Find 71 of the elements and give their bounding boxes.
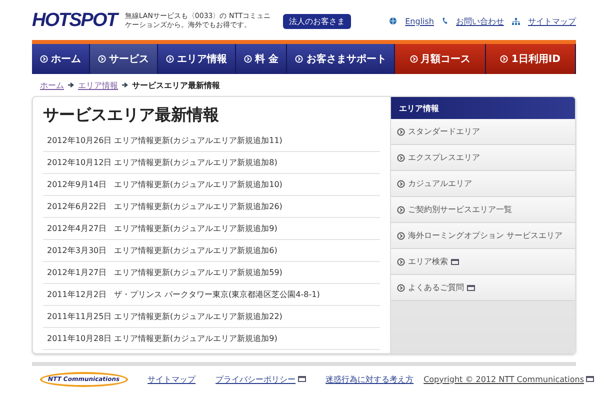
news-text: ザ・プリンス パークタワー東京(東京都港区芝公園4-8-1) [114, 289, 320, 300]
circle-arrow-icon [500, 55, 508, 63]
sidebar-heading: エリア情報 [391, 97, 575, 119]
circle-arrow-icon [166, 55, 174, 63]
copyright-link[interactable]: Copyright © 2012 NTT Communications [424, 374, 594, 384]
page-title: サービスエリア最新情報 [43, 105, 220, 126]
news-text: エリア情報更新(カジュアルエリア新規追加22) [114, 311, 282, 322]
news-date: 2012年10月26日 [47, 135, 113, 146]
news-date: 2012年4月27日 [47, 223, 108, 234]
nav-tab[interactable]: ホーム [32, 44, 90, 74]
footer-link[interactable]: 迷惑行為に対する考え方 [326, 374, 414, 384]
breadcrumb-link[interactable]: ホーム [40, 80, 64, 90]
sidebar-item[interactable]: エクスプレスエリア [391, 145, 575, 171]
news-date: 2012年6月22日 [47, 201, 108, 212]
header-link[interactable]: サイトマップ [528, 16, 576, 26]
header-link[interactable]: お問い合わせ [456, 16, 504, 26]
circle-arrow-icon [397, 206, 405, 214]
nav-tab[interactable]: お客さまサポート [287, 44, 396, 74]
external-window-icon [298, 376, 306, 382]
circle-arrow-icon [397, 232, 405, 240]
footer-link[interactable]: プライバシーポリシー [216, 374, 306, 384]
circle-arrow-icon [40, 55, 48, 63]
circle-arrow-icon [98, 55, 106, 63]
sidebar-item[interactable]: ご契約別サービスエリア一覧 [391, 197, 575, 223]
sidebar-item[interactable]: よくあるご質問 [391, 275, 575, 301]
breadcrumb-link[interactable]: エリア情報 [78, 80, 118, 90]
news-date: 2012年1月27日 [47, 267, 108, 278]
nav-tab[interactable]: エリア情報 [158, 44, 236, 74]
circle-arrow-icon [397, 284, 405, 292]
nav-tab[interactable]: 1日利用ID [486, 44, 576, 74]
circle-arrow-icon [295, 55, 304, 63]
news-text: エリア情報更新(カジュアルエリア新規追加9) [114, 223, 278, 234]
news-text: エリア情報更新(カジュアルエリア新規追加8) [114, 157, 278, 168]
logo[interactable]: HOTSPOT [32, 10, 117, 32]
arrow-icon [68, 82, 74, 88]
sitemap-icon [512, 18, 520, 24]
nav-tab[interactable]: サービス [90, 44, 158, 74]
header-link[interactable]: English [405, 16, 434, 26]
globe-icon [389, 17, 398, 25]
circle-arrow-icon [397, 258, 405, 266]
sidebar-item[interactable]: エリア検索 [391, 249, 575, 275]
news-date: 2011年10月28日 [47, 333, 113, 344]
breadcrumb-current[interactable]: サービスエリア最新情報 [132, 80, 220, 90]
business-customer-button[interactable]: 法人のお客さま [282, 14, 351, 28]
news-date: 2011年11月25日 [47, 311, 113, 322]
circle-arrow-icon [397, 154, 405, 162]
circle-arrow-icon [397, 180, 405, 188]
news-text: エリア情報更新(カジュアルエリア新規追加59) [114, 267, 282, 278]
circle-arrow-icon [397, 128, 405, 136]
sidebar-item[interactable]: スタンダードエリア [391, 119, 575, 145]
arrow-icon [122, 82, 128, 88]
circle-arrow-icon [244, 55, 252, 63]
nav-tab[interactable]: 料 金 [236, 44, 288, 74]
news-text: エリア情報更新(カジュアルエリア新規追加10) [114, 179, 282, 190]
external-window-icon [451, 258, 459, 264]
news-date: 2012年10月12日 [47, 157, 113, 168]
external-window-icon [586, 376, 594, 382]
sidebar-item[interactable]: カジュアルエリア [391, 171, 575, 197]
news-date: 2012年9月14日 [47, 179, 108, 190]
nav-tab[interactable]: 月額コース [395, 44, 486, 74]
news-date: 2012年3月30日 [47, 245, 108, 256]
sidebar-item[interactable]: 海外ローミングオプション サービスエリア [391, 223, 575, 249]
news-text: エリア情報更新(カジュアルエリア新規追加11) [114, 135, 282, 146]
footer-link[interactable]: サイトマップ [148, 374, 196, 384]
phone-icon [442, 17, 448, 25]
news-date: 2011年12月2日 [47, 289, 108, 300]
news-text: エリア情報更新(カジュアルエリア新規追加6) [114, 245, 278, 256]
news-text: エリア情報更新(カジュアルエリア新規追加9) [114, 333, 278, 344]
circle-arrow-icon [410, 55, 418, 63]
external-window-icon [467, 284, 475, 290]
news-text: エリア情報更新(カジュアルエリア新規追加26) [114, 201, 282, 212]
